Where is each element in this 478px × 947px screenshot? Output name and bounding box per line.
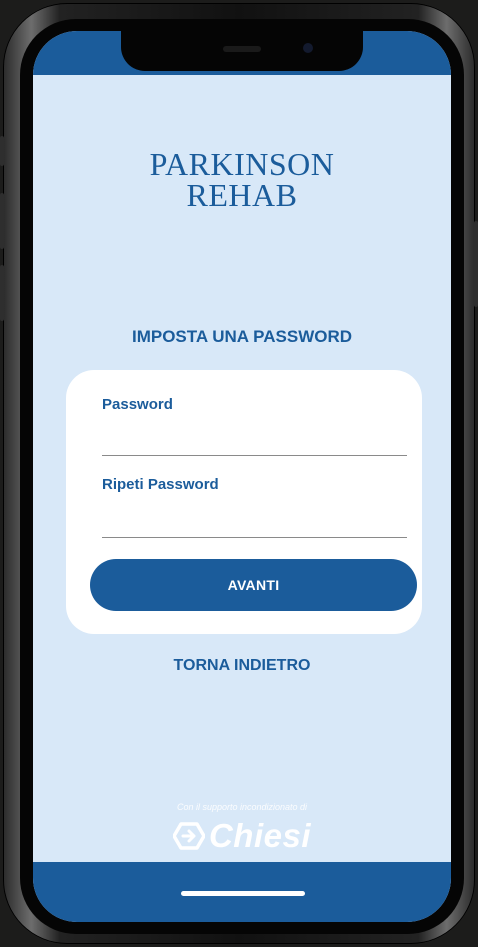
repeat-password-label: Ripeti Password (102, 476, 219, 493)
password-form-card: Password Ripeti Password AVANTI (66, 370, 422, 634)
sponsor-logo: Chiesi (33, 817, 451, 855)
device-volume-up-button (0, 193, 4, 249)
speaker-grille (223, 46, 261, 52)
device-power-button (474, 221, 478, 307)
sponsor-text: Con il supporto incondizionato di (176, 802, 308, 812)
home-indicator[interactable] (181, 891, 305, 896)
app-logo-line2: REHAB (186, 177, 298, 213)
device-silent-switch (0, 136, 4, 166)
bottom-bar (33, 862, 451, 922)
back-link[interactable]: TORNA INDIETRO (33, 657, 451, 675)
front-camera-icon (303, 43, 313, 53)
device-frame: PARKINSON REHAB IMPOSTA UNA PASSWORD Pas… (0, 3, 478, 944)
next-button[interactable]: AVANTI (90, 559, 417, 611)
app-logo: PARKINSON REHAB (33, 146, 451, 213)
chiesi-logo-icon (172, 822, 206, 850)
sponsor-brand: Chiesi (208, 817, 312, 854)
page-title: IMPOSTA UNA PASSWORD (131, 327, 353, 346)
app-screen: PARKINSON REHAB IMPOSTA UNA PASSWORD Pas… (33, 31, 451, 922)
password-label: Password (102, 396, 173, 413)
repeat-password-input[interactable] (102, 507, 407, 538)
device-notch (121, 31, 363, 71)
password-input[interactable] (102, 425, 407, 456)
device-volume-down-button (0, 265, 4, 321)
app-logo-line1: PARKINSON (149, 146, 335, 182)
